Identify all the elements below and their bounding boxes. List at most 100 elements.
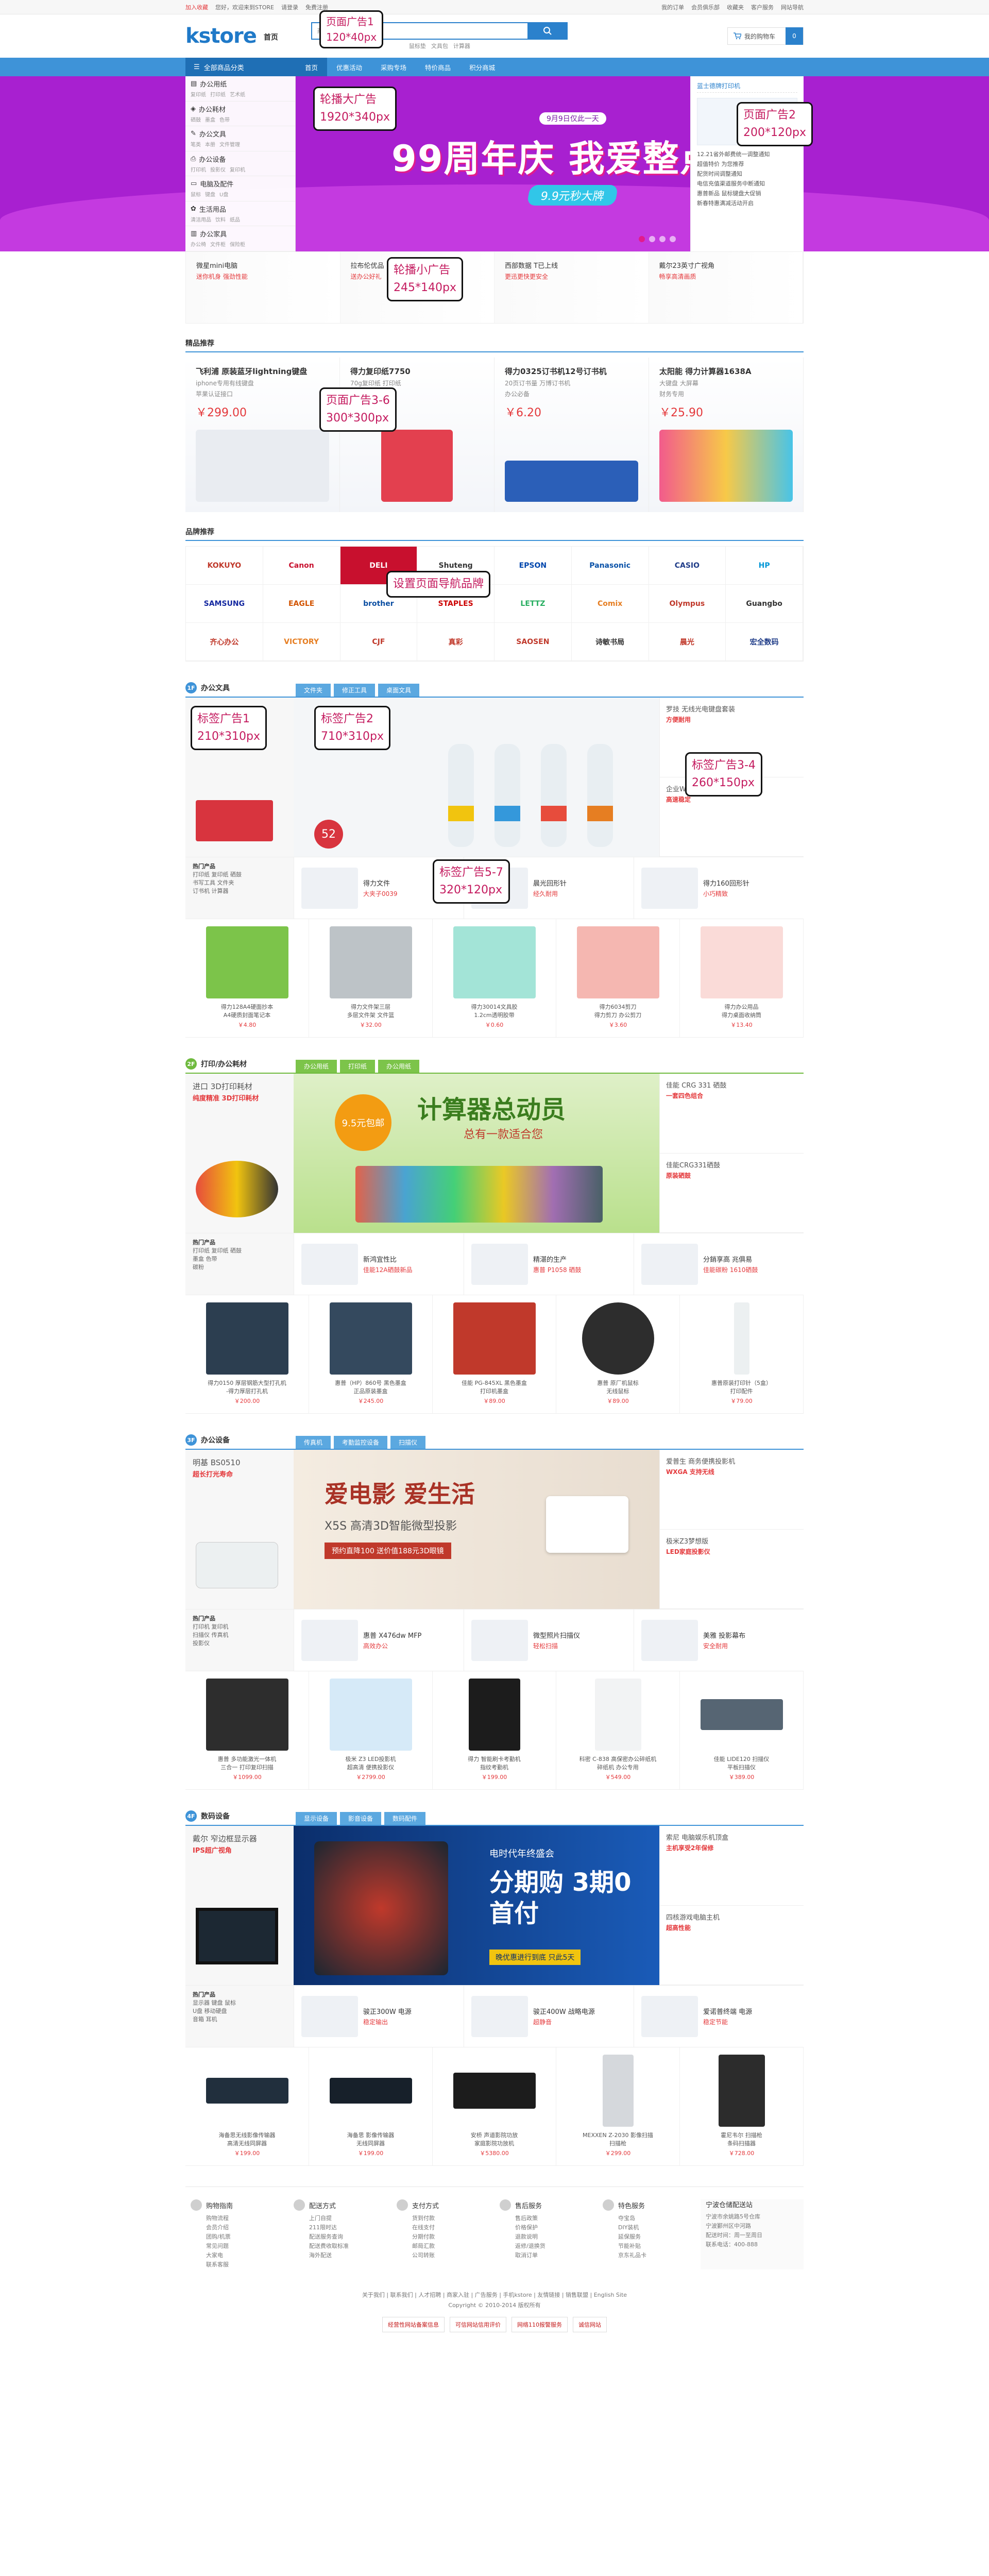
hot-line[interactable]: 订书机 计算器 <box>193 887 286 895</box>
side-category-item[interactable]: ⎙ 办公设备 打印机 投影仪 复印机 <box>185 151 295 176</box>
my-orders-link[interactable]: 我的订单 <box>661 3 684 11</box>
sub-link[interactable]: 本册 <box>205 140 215 148</box>
product-card[interactable]: 海备思 影像传输器 无线同屏器 ￥199.00 <box>309 2047 433 2165</box>
sub-link[interactable]: 艺术纸 <box>230 90 245 98</box>
footer-link[interactable]: 邮局汇款 <box>412 2242 494 2251</box>
footer-link[interactable]: 延保服务 <box>618 2232 701 2242</box>
footer-link[interactable]: 京东礼品卡 <box>618 2251 701 2260</box>
product-card[interactable]: 科密 C-838 高保密办公碎纸机 碎纸机 办公专用 ￥549.00 <box>556 1671 680 1789</box>
sub-link[interactable]: U盘 <box>219 190 228 198</box>
footer-link[interactable]: 上门自提 <box>309 2214 391 2223</box>
footer-link[interactable]: 夺宝岛 <box>618 2214 701 2223</box>
footer-link[interactable]: 取消订单 <box>515 2251 598 2260</box>
floor-tab[interactable]: 修正工具 <box>334 684 376 697</box>
sub-link[interactable]: 饮料 <box>215 215 226 223</box>
all-categories-button[interactable]: ☰ 全部商品分类 <box>185 58 296 76</box>
sub-link[interactable]: 文件柜 <box>210 240 226 248</box>
footer-link[interactable]: 常见问题 <box>206 2242 288 2251</box>
floor-sub-ad[interactable]: 美雅 投影幕布 安全耐用 <box>634 1609 804 1671</box>
footer-link[interactable]: 公司转账 <box>412 2251 494 2260</box>
footer-link[interactable]: 会员介绍 <box>206 2223 288 2232</box>
member-club-link[interactable]: 会员俱乐部 <box>691 3 720 11</box>
small-ad[interactable]: 戴尔23英寸广视角 畅享高清画质 <box>649 252 803 323</box>
floor-right-ad[interactable]: 爱普生 商务便携投影机 WXGA 支持无线 <box>659 1450 804 1530</box>
sub-link[interactable]: 打印纸 <box>210 90 226 98</box>
nav-item-points[interactable]: 积分商城 <box>460 58 504 76</box>
hot-word[interactable]: 鼠标垫 <box>409 42 426 50</box>
sub-link[interactable]: 纸品 <box>230 215 240 223</box>
product-card[interactable]: 得力30014文具胶 1.2cm透明胶带 ￥0.60 <box>433 919 556 1037</box>
floor-center-ad[interactable]: 爱电影 爱生活 X5S 高清3D智能微型投影 预约直降100 送价值188元3D… <box>294 1450 659 1609</box>
side-category-item[interactable]: ◈ 办公耗材 硒鼓 墨盒 色带 <box>185 101 295 126</box>
floor-sub-ad[interactable]: 骏正400W 战略电源 超静音 <box>464 1986 634 2047</box>
floor-tab[interactable]: 显示设备 <box>296 1812 337 1825</box>
sub-link[interactable]: 鼠标 <box>191 190 201 198</box>
brand-logo[interactable]: KOKUYO <box>186 547 263 585</box>
floor-sub-ad[interactable]: 爱诺普终端 电源 稳定节能 <box>634 1986 804 2047</box>
footer-link[interactable]: 在线支付 <box>412 2223 494 2232</box>
footer-link[interactable]: 配送服务查询 <box>309 2232 391 2242</box>
hot-line[interactable]: 打印机 复印机 <box>193 1623 286 1631</box>
product-card[interactable]: 极米 Z3 LED投影机 超高清 便携投影仪 ￥2799.00 <box>309 1671 433 1789</box>
floor-tab[interactable]: 打印纸 <box>340 1060 376 1073</box>
brand-logo[interactable]: HP <box>726 547 803 585</box>
news-item[interactable]: 配货时间调整通知 <box>697 169 797 179</box>
brand-logo[interactable]: 诗敏书局 <box>571 623 649 661</box>
product-card[interactable]: 得力0150 厚层钢筋大型打孔机 -得力厚层打孔机 ￥200.00 <box>185 1295 309 1413</box>
hot-line[interactable]: 显示器 键盘 鼠标 <box>193 1999 286 2007</box>
hot-line[interactable]: U盘 移动硬盘 <box>193 2007 286 2015</box>
footer-links[interactable]: 关于我们 | 联系我们 | 人才招聘 | 商家入驻 | 广告服务 | 手机kst… <box>185 2290 804 2300</box>
brand-logo[interactable]: LETTZ <box>494 585 572 623</box>
add-favorite-link[interactable]: 加入收藏 <box>185 3 208 11</box>
recommend-item[interactable]: 太阳能 得力计算器1638A 大键盘 大屏幕 财务专用 ￥25.90 <box>649 358 804 512</box>
trust-badge[interactable]: 诚信网站 <box>573 2317 607 2332</box>
news-item[interactable]: 新春特惠满减活动开启 <box>697 198 797 208</box>
product-card[interactable]: 惠普 原厂机鼠标 无线鼠标 ￥89.00 <box>556 1295 680 1413</box>
news-title[interactable]: 蓝士德牌打印机 <box>697 81 797 93</box>
sub-link[interactable]: 笔类 <box>191 140 201 148</box>
site-nav-link[interactable]: 网站导航 <box>781 3 804 11</box>
hero-carousel[interactable]: ▤ 办公用纸 复印纸 打印纸 艺术纸 ◈ 办公耗材 硒鼓 墨盒 色带 ✎ 办公文具 笔类 本册 文件管理… <box>0 76 989 251</box>
hot-line[interactable]: 投影仪 <box>193 1639 286 1648</box>
product-card[interactable]: 惠普原装打印针（5盒） 打印配件 ￥79.00 <box>680 1295 804 1413</box>
sub-link[interactable]: 键盘 <box>205 190 215 198</box>
floor-tab[interactable]: 文件夹 <box>296 684 331 697</box>
footer-link[interactable]: 购物流程 <box>206 2214 288 2223</box>
brand-logo[interactable]: 真彩 <box>417 623 494 661</box>
sub-link[interactable]: 办公椅 <box>191 240 206 248</box>
side-category-item[interactable]: ✿ 生活用品 清洁用品 饮料 纸品 <box>185 201 295 226</box>
footer-link[interactable]: 货到付款 <box>412 2214 494 2223</box>
news-item[interactable]: 12.21省外邮费统一调整通知 <box>697 149 797 159</box>
sub-link[interactable]: 打印机 <box>191 165 206 173</box>
product-card[interactable]: 得力6034剪刀 得力剪刀 办公剪刀 ￥3.60 <box>556 919 680 1037</box>
floor-tab[interactable]: 影音设备 <box>340 1812 382 1825</box>
nav-item-purchase[interactable]: 采购专场 <box>371 58 416 76</box>
login-link[interactable]: 请登录 <box>281 3 298 11</box>
brand-logo[interactable]: Panasonic <box>571 547 649 585</box>
site-logo[interactable]: kstore <box>185 24 257 48</box>
product-card[interactable]: 安桥 声道影院功放 家庭影院功放机 ￥5380.00 <box>433 2047 556 2165</box>
floor-sub-ad[interactable]: 新鸿宜性比 佳能12A硒鼓新品 <box>294 1233 464 1295</box>
hot-word[interactable]: 文具包 <box>431 42 448 50</box>
recommend-item[interactable]: 飞利浦 原装蓝牙lightning键盘 iphone专用有线键盘 苹果认证接口 ￥29… <box>185 358 340 512</box>
sub-link[interactable]: 墨盒 <box>205 115 215 123</box>
brand-logo[interactable]: EAGLE <box>263 585 340 623</box>
floor-right-ad[interactable]: 佳能CRG331硒鼓 原装硒鼓 <box>659 1153 804 1233</box>
tag-ad-7[interactable]: 得力160回形针 小巧精致 <box>634 857 804 919</box>
floor-center-ad[interactable]: 电时代年终盛会 分期购 3期0首付 晚优惠进行到底 只此5天 <box>294 1826 659 1985</box>
product-card[interactable]: 佳能 PG-845XL 黑色墨盒 打印机墨盒 ￥89.00 <box>433 1295 556 1413</box>
nav-item-special[interactable]: 特价商品 <box>416 58 460 76</box>
floor-right-ad[interactable]: 极米Z3梦想版 LED家庭投影仪 <box>659 1529 804 1609</box>
side-category-item[interactable]: ▤ 办公用纸 复印纸 打印纸 艺术纸 <box>185 76 295 101</box>
floor-left-ad[interactable]: 进口 3D打印耗材 纯度精准 3D打印耗材 <box>185 1074 294 1233</box>
small-ad[interactable]: 西部数据 T已上线 更迅更快更安全 <box>494 252 649 323</box>
floor-tab[interactable]: 传真机 <box>296 1436 331 1449</box>
cart-button[interactable]: 我的购物车 0 <box>727 27 804 45</box>
carousel-dot[interactable] <box>649 236 655 242</box>
recommend-item[interactable]: 得力复印纸775070g复印纸 打印纸500张/包￥00.00 <box>340 358 494 512</box>
search-button[interactable] <box>527 22 568 40</box>
floor-tab[interactable]: 数码配件 <box>384 1812 426 1825</box>
floor-tab[interactable]: 考勤监控设备 <box>334 1436 388 1449</box>
side-category-item[interactable]: ▭ 电脑及配件 鼠标 键盘 U盘 <box>185 176 295 201</box>
footer-link[interactable]: DIY装机 <box>618 2223 701 2232</box>
